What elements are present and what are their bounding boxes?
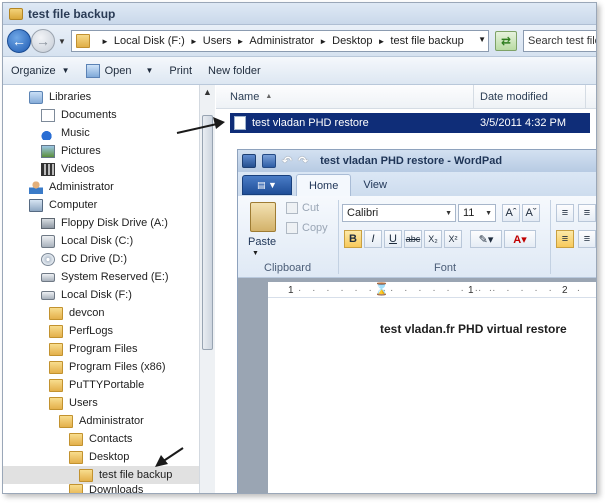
annotation-arrow-folder xyxy=(161,447,184,463)
annotation-arrowhead xyxy=(213,117,225,129)
annotation-arrow-file xyxy=(176,123,218,134)
explorer-window: test file backup ← → ▼ ► Local Disk (F:)… xyxy=(2,2,597,494)
annotation-arrowhead xyxy=(155,455,168,467)
annotation-arrows xyxy=(155,117,225,467)
